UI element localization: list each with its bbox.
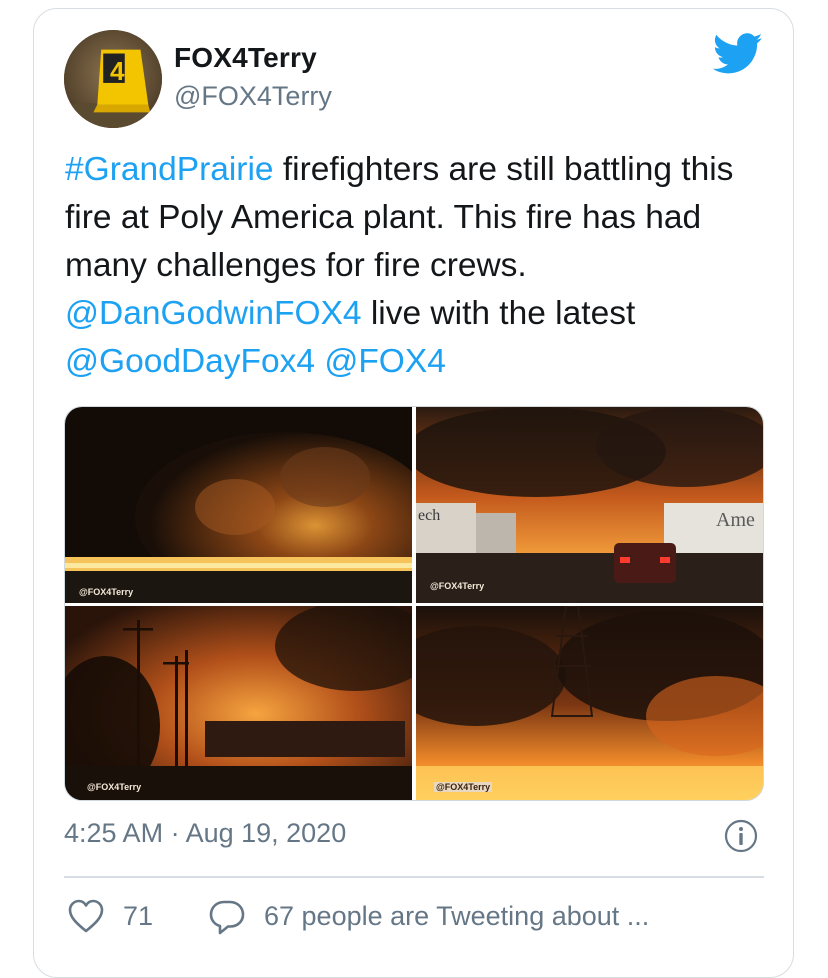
tweeting-about-link[interactable]: 67 people are Tweeting about ... — [264, 901, 649, 932]
photo-watermark: @FOX4Terry — [430, 581, 485, 591]
mention-link-gooddayfox4[interactable]: @GoodDayFox4 — [65, 343, 315, 380]
sign-text-left: ech — [418, 507, 441, 524]
tweet-text-segment: live with the latest — [361, 295, 636, 332]
media-photo-3[interactable]: @FOX4Terry — [65, 606, 412, 800]
media-photo-1[interactable]: @FOX4Terry — [65, 407, 412, 603]
photo-watermark: @FOX4Terry — [79, 587, 134, 597]
media-photo-4[interactable]: @FOX4Terry — [416, 606, 763, 800]
heart-icon[interactable] — [67, 898, 105, 934]
avatar-marker-number: 4 — [110, 56, 125, 86]
display-name[interactable]: FOX4Terry — [174, 42, 317, 74]
mention-link-dangodwinfox4[interactable]: @DanGodwinFOX4 — [65, 295, 362, 332]
tweet-text: #GrandPrairie firefighters are still bat… — [65, 146, 775, 386]
twitter-bird-icon[interactable] — [712, 33, 764, 75]
avatar[interactable]: 4 — [64, 30, 162, 128]
info-icon[interactable] — [724, 819, 758, 853]
divider — [64, 876, 764, 878]
hashtag-link-grandprairie[interactable]: #GrandPrairie — [65, 151, 274, 188]
like-count[interactable]: 71 — [123, 901, 153, 932]
media-photo-2[interactable]: ech Ame @FOX4Terry — [416, 407, 763, 603]
media-grid: @FOX4Terry ech Ame @FOX4Terry @FOX4Terry… — [64, 406, 764, 801]
tweet-text-segment — [315, 343, 324, 380]
user-handle[interactable]: @FOX4Terry — [174, 81, 332, 112]
photo-watermark: @FOX4Terry — [434, 782, 493, 792]
speech-bubble-icon[interactable] — [208, 898, 246, 936]
media-divider-horizontal — [65, 603, 763, 606]
photo-watermark: @FOX4Terry — [87, 782, 142, 792]
sign-text-right: Ame — [716, 509, 755, 531]
tweet-timestamp[interactable]: 4:25 AM · Aug 19, 2020 — [64, 818, 346, 849]
mention-link-fox4[interactable]: @FOX4 — [324, 343, 446, 380]
